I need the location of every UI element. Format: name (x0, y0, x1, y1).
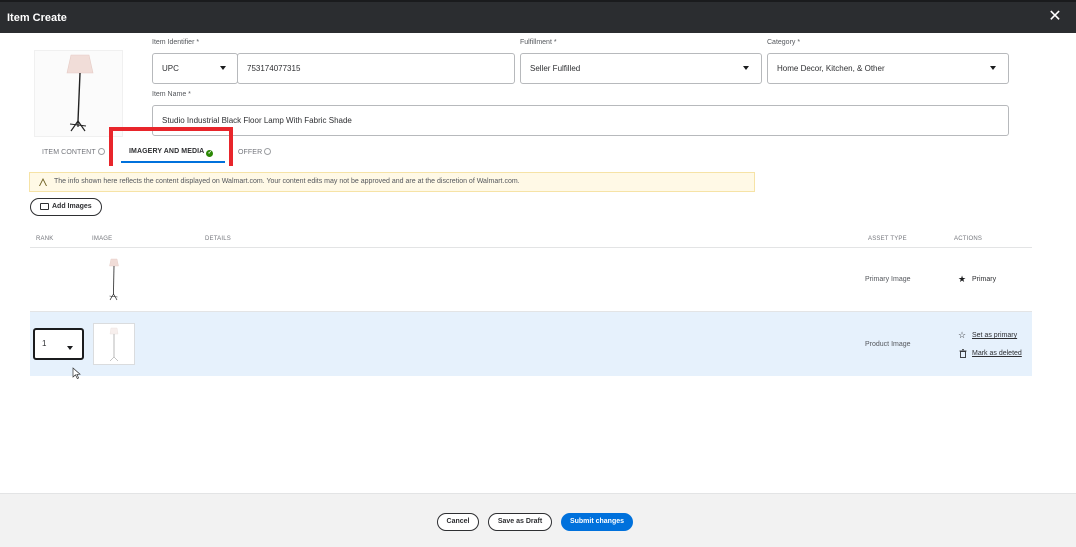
header-details: DETAILS (205, 236, 231, 242)
mouse-cursor-icon (72, 367, 81, 379)
item-create-modal: Item Identifier * UPC 753174077315 Fulfi… (0, 33, 1076, 547)
chevron-down-icon (67, 346, 73, 350)
item-name-value: Studio Industrial Black Floor Lamp With … (162, 116, 352, 125)
tab-item-content[interactable]: ITEM CONTENT (42, 148, 105, 156)
modal-title-bar: Item Create ✕ (0, 0, 1076, 33)
table-row-selected: 1 Product Image ☆ Set as primary Mark as… (30, 312, 1032, 376)
warning-icon (39, 178, 47, 186)
identifier-type-value: UPC (162, 64, 179, 73)
chevron-down-icon (220, 66, 226, 70)
check-circle-outline-icon (264, 148, 272, 155)
header-rank: RANK (36, 236, 54, 242)
asset-type-text: Product Image (865, 341, 911, 348)
submit-changes-button[interactable]: Submit changes (561, 513, 633, 531)
fulfillment-value: Seller Fulfilled (530, 64, 581, 73)
fulfillment-label: Fulfillment * (520, 39, 557, 46)
image-icon (40, 203, 49, 210)
item-name-label: Item Name * (152, 91, 191, 98)
identifier-value-input[interactable]: 753174077315 (237, 53, 515, 84)
set-as-primary-link[interactable]: Set as primary (972, 332, 1017, 339)
header-asset-type: ASSET TYPE (868, 236, 907, 242)
identifier-value: 753174077315 (247, 64, 301, 73)
notice-text: The info shown here reflects the content… (54, 178, 520, 185)
cancel-button[interactable]: Cancel (437, 513, 479, 531)
trash-icon (959, 349, 967, 358)
mark-as-deleted-link[interactable]: Mark as deleted (972, 350, 1022, 357)
category-value: Home Decor, Kitchen, & Other (777, 64, 885, 73)
star-filled-icon: ★ (958, 274, 967, 284)
chevron-down-icon (990, 66, 996, 70)
modal-title: Item Create (7, 12, 67, 24)
identifier-type-select[interactable]: UPC (152, 53, 238, 84)
lamp-image (109, 327, 119, 362)
tab-label: OFFER (238, 149, 263, 156)
add-images-button[interactable]: Add Images (30, 198, 102, 216)
tab-offer[interactable]: OFFER (238, 148, 272, 156)
check-circle-outline-icon (97, 148, 105, 155)
item-identifier-label: Item Identifier * (152, 39, 200, 46)
item-name-input[interactable]: Studio Industrial Black Floor Lamp With … (152, 105, 1009, 136)
header-actions: ACTIONS (954, 236, 983, 242)
save-as-draft-button[interactable]: Save as Draft (488, 513, 552, 531)
category-select[interactable]: Home Decor, Kitchen, & Other (767, 53, 1009, 84)
product-thumbnail (34, 50, 123, 137)
info-notice: The info shown here reflects the content… (29, 172, 755, 192)
table-row: Primary Image ★ Primary (30, 248, 1032, 312)
product-image-thumbnail[interactable] (93, 323, 135, 365)
lamp-image (109, 258, 119, 301)
modal-footer: Cancel Save as Draft Submit changes (0, 493, 1076, 547)
primary-label: Primary (972, 276, 997, 283)
header-image: IMAGE (92, 236, 113, 242)
imagery-panel: The info shown here reflects the content… (0, 166, 1076, 493)
add-images-label: Add Images (52, 203, 92, 210)
fulfillment-select[interactable]: Seller Fulfilled (520, 53, 762, 84)
chevron-down-icon (743, 66, 749, 70)
tab-label: ITEM CONTENT (42, 149, 96, 156)
floor-lamp-image (66, 54, 94, 132)
asset-type-text: Primary Image (865, 276, 911, 283)
close-icon[interactable]: ✕ (1046, 8, 1064, 26)
star-outline-icon: ☆ (958, 330, 967, 340)
rank-value: 1 (42, 339, 47, 348)
category-label: Category * (767, 39, 801, 46)
rank-select[interactable]: 1 (33, 328, 84, 360)
